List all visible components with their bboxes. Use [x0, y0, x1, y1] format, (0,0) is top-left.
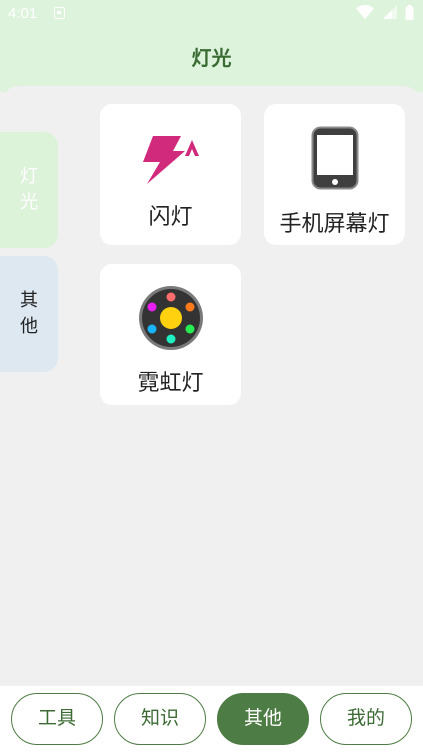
- nav-tools-button[interactable]: 工具: [11, 693, 103, 745]
- sidebar-item-label: 灯光: [20, 166, 38, 213]
- notification-icon: [54, 7, 65, 19]
- sidebar-item-light[interactable]: 灯光: [0, 132, 58, 248]
- wifi-icon: [356, 5, 375, 19]
- flash-card-label: 闪灯: [148, 205, 193, 230]
- main-content: 灯光 其他 闪灯 手机屏幕灯 霓虹灯: [0, 86, 423, 686]
- bottom-nav: 工具 知识 其他 我的: [0, 686, 423, 753]
- flash-icon: [142, 136, 199, 184]
- app-header: 4:01 灯光: [0, 0, 423, 92]
- nav-other-button[interactable]: 其他: [217, 693, 309, 745]
- phone-screen-card-label: 手机屏幕灯: [279, 212, 390, 237]
- neon-light-card-label: 霓虹灯: [137, 371, 204, 396]
- nav-mine-button[interactable]: 我的: [320, 693, 412, 745]
- neon-light-icon: [138, 286, 203, 350]
- sidebar-item-label: 其他: [20, 290, 38, 337]
- flash-card[interactable]: 闪灯: [100, 104, 241, 245]
- status-time: 4:01: [8, 5, 38, 22]
- phone-screen-card[interactable]: 手机屏幕灯: [264, 104, 405, 245]
- signal-icon: [382, 5, 397, 19]
- sidebar-item-other[interactable]: 其他: [0, 256, 58, 372]
- page-title: 灯光: [191, 46, 232, 70]
- nav-knowledge-button[interactable]: 知识: [114, 693, 206, 745]
- phone-screen-icon: [311, 126, 358, 190]
- status-icons: [352, 5, 414, 21]
- status-bar: 4:01: [0, 0, 423, 28]
- battery-icon: [405, 5, 414, 20]
- neon-light-card[interactable]: 霓虹灯: [100, 264, 241, 405]
